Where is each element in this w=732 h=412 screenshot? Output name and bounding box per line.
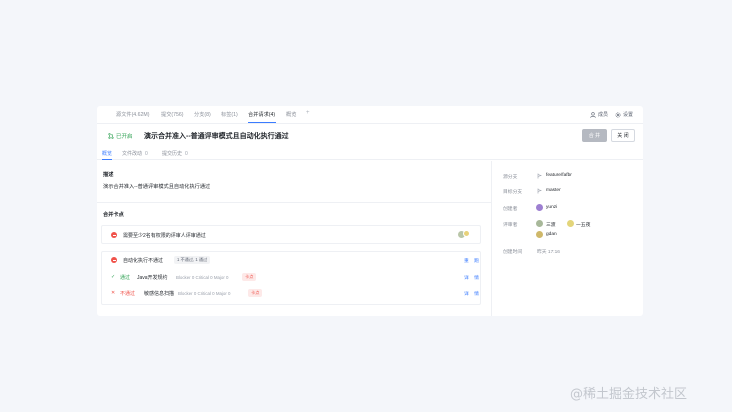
- created-time-label: 创建时间: [503, 250, 523, 255]
- avatar: [536, 231, 543, 238]
- commit-history-count: 0: [185, 151, 188, 157]
- mr-subtabs: 概览 文件改动 0 提交历史 0: [97, 148, 643, 160]
- branch-icon: [537, 188, 542, 194]
- item-status: 通过: [120, 275, 131, 281]
- reviewer-name[interactable]: 一五夜: [576, 221, 590, 228]
- description-heading: 描述: [103, 172, 114, 178]
- file-changes-count: 0: [145, 151, 148, 157]
- tab-source-files[interactable]: 源文件(4.62M): [116, 111, 149, 118]
- merge-button[interactable]: 合 并: [582, 129, 607, 142]
- creator-name[interactable]: yunzi: [546, 205, 557, 210]
- settings-label: 设置: [623, 112, 634, 118]
- checkpoints-heading: 合并卡点: [103, 212, 124, 218]
- rerun-link[interactable]: 重 跑: [464, 257, 481, 264]
- members-button[interactable]: 成员: [590, 111, 608, 118]
- main-content: 描述 演示合并准入--普通评审模式且自动化执行通过 合并卡点 需要至少2名有权限…: [97, 161, 491, 316]
- avatar: [536, 204, 543, 211]
- tab-commits[interactable]: 提交(756): [161, 111, 184, 118]
- gear-icon: [615, 112, 621, 117]
- status-badge: 已开启: [108, 132, 133, 140]
- target-branch[interactable]: master: [546, 188, 561, 193]
- tab-tags[interactable]: 标签(1): [221, 111, 238, 118]
- settings-button[interactable]: 设置: [615, 111, 633, 118]
- target-branch-label: 目标分支: [503, 190, 523, 195]
- item-details-link[interactable]: 详 情: [464, 274, 481, 281]
- item-tag: 卡点: [242, 273, 257, 281]
- avatar: [463, 230, 470, 237]
- automation-title: 自动化执行不通过: [123, 258, 164, 264]
- active-subtab-indicator: [102, 158, 112, 160]
- subtab-file-changes[interactable]: 文件改动 0: [122, 150, 148, 157]
- members-label: 成员: [598, 112, 609, 118]
- repo-nav: 源文件(4.62M) 提交(756) 分支(8) 标签(1) 合并请求(4) 概…: [97, 106, 643, 124]
- item-name: Java开发规约: [137, 275, 168, 281]
- automation-checkpoint: 自动化执行不通过 1 不通过, 1 通过 重 跑 ✓ 通过 Java开发规约 B…: [101, 251, 481, 305]
- item-metrics: Blocker 0 Critical 0 Major 0: [176, 275, 229, 280]
- review-checkpoint: 需要至少2名有权限的评审人评审通过: [101, 225, 481, 244]
- pass-icon: ✓: [111, 274, 116, 280]
- branch-icon: [537, 173, 542, 179]
- source-branch[interactable]: feature/fafbr: [546, 173, 572, 178]
- active-tab-indicator: [248, 122, 276, 124]
- tab-merge-requests[interactable]: 合并请求(4): [248, 111, 275, 118]
- status-label: 已开启: [116, 134, 133, 140]
- reviewer-name[interactable]: 三渡: [546, 221, 556, 228]
- merge-request-card: 源文件(4.62M) 提交(756) 分支(8) 标签(1) 合并请求(4) 概…: [97, 106, 643, 316]
- error-icon: [111, 257, 117, 263]
- subtab-commit-history[interactable]: 提交历史 0: [162, 150, 188, 157]
- divider: [97, 202, 491, 203]
- item-details-link[interactable]: 详 情: [464, 290, 481, 297]
- avatar: [567, 220, 574, 227]
- creator-label: 创建者: [503, 207, 518, 212]
- created-time: 昨天 17:16: [537, 250, 560, 255]
- tab-overview[interactable]: 概览: [286, 111, 296, 118]
- item-metrics: Blocker 0 Critical 0 Major 0: [178, 291, 231, 296]
- mr-header: 已开启 演示合并准入--普通评审模式且自动化执行通过 合 并 关 闭: [97, 128, 643, 146]
- mr-title: 演示合并准入--普通评审模式且自动化执行通过: [144, 133, 289, 140]
- item-status: 不通过: [120, 291, 136, 297]
- avatar: [536, 220, 543, 227]
- item-name: 敏感信息扫描: [144, 291, 175, 297]
- merge-request-icon: [108, 133, 114, 139]
- automation-summary: 1 不通过, 1 通过: [174, 256, 211, 264]
- error-icon: [111, 232, 117, 238]
- source-branch-label: 源分支: [503, 175, 518, 180]
- tab-branches[interactable]: 分支(8): [194, 111, 211, 118]
- close-button[interactable]: 关 闭: [611, 129, 635, 142]
- add-tab-icon[interactable]: +: [306, 110, 310, 116]
- subtab-overview[interactable]: 概览: [102, 150, 112, 157]
- description-text: 演示合并准入--普通评审模式且自动化执行通过: [103, 184, 211, 190]
- watermark: @稀土掘金技术社区: [570, 387, 688, 402]
- reviewer-name[interactable]: gdan: [546, 232, 557, 237]
- reviewers-label: 评审者: [503, 223, 518, 228]
- column-divider: [491, 161, 492, 316]
- user-icon: [590, 111, 596, 118]
- item-tag: 卡点: [248, 289, 263, 297]
- review-rule-text: 需要至少2名有权限的评审人评审通过: [123, 233, 206, 239]
- fail-icon: ✕: [111, 290, 116, 296]
